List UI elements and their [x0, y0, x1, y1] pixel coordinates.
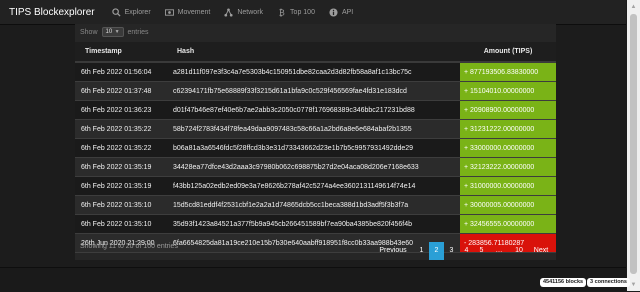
- cell-timestamp[interactable]: 6th Feb 2022 01:35:10: [75, 195, 167, 215]
- pagination-page-4[interactable]: 4: [459, 242, 474, 260]
- cell-hash-link[interactable]: f43bb125a02edb2ed09e3a7e8626b278af42c527…: [167, 176, 460, 196]
- brand-title[interactable]: TIPS Blockexplorer: [9, 7, 95, 18]
- scroll-up-arrow-icon[interactable]: ▲: [627, 0, 640, 13]
- connections-badge: 3 connections: [587, 278, 630, 287]
- table-row: 6th Feb 2022 01:36:23 d01f47b46e87ef40e6b…: [75, 100, 556, 120]
- table-row: 6th Feb 2022 01:35:10 15d5cd81eddf4f2531c…: [75, 195, 556, 215]
- nav-explorer[interactable]: Explorer: [111, 7, 151, 17]
- cell-amount: + 877193506.83830000: [460, 62, 556, 82]
- bitcoin-icon: ₿: [277, 8, 286, 17]
- cell-amount: + 32123222.00000000: [460, 157, 556, 177]
- money-icon: [164, 8, 174, 17]
- transactions-table: Timestamp Hash Amount (TIPS) 6th Feb 202…: [75, 42, 556, 253]
- cell-hash-link[interactable]: 34428ea77dfce43d2aaa3c97980b062c698875b2…: [167, 157, 460, 177]
- pagination-page-1[interactable]: 1: [414, 242, 429, 260]
- entries-label: entries: [127, 28, 149, 36]
- cell-timestamp[interactable]: 6th Feb 2022 01:35:22: [75, 138, 167, 158]
- nav-api[interactable]: API: [329, 7, 354, 17]
- table-row: 6th Feb 2022 01:35:22 b06a81a3a6546fdc5f2…: [75, 138, 556, 158]
- scrollbar-thumb[interactable]: [630, 14, 637, 274]
- table-row: 6th Feb 2022 01:35:19 34428ea77dfce43d2aa…: [75, 157, 556, 177]
- cell-timestamp[interactable]: 6th Feb 2022 01:35:22: [75, 119, 167, 139]
- cell-timestamp[interactable]: 6th Feb 2022 01:36:23: [75, 100, 167, 120]
- cell-amount: + 20908900.00000000: [460, 100, 556, 120]
- pagination-page-2-active[interactable]: 2: [429, 242, 444, 260]
- page-length-control: Show 10 ▼ entries: [80, 27, 149, 37]
- table-row: 6th Feb 2022 01:35:19 f43bb125a02edb2ed09…: [75, 176, 556, 196]
- cell-hash-link[interactable]: 58b724f2783f434f78fea49daa9097483c58c66a…: [167, 119, 460, 139]
- cell-timestamp[interactable]: 6th Feb 2022 01:35:10: [75, 214, 167, 234]
- cell-amount: + 32456555.00000000: [460, 214, 556, 234]
- nav-explorer-label: Explorer: [124, 8, 151, 16]
- cell-amount: + 31000000.00000000: [460, 176, 556, 196]
- cell-amount: + 33000000.00000000: [460, 138, 556, 158]
- page-length-value: 10: [105, 29, 113, 35]
- info-icon: [329, 7, 338, 17]
- nav-movement[interactable]: Movement: [164, 8, 211, 17]
- column-header-timestamp[interactable]: Timestamp: [75, 42, 167, 63]
- cell-amount: + 31231222.00000000: [460, 119, 556, 139]
- table-row: 6th Feb 2022 01:35:22 58b724f2783f434f78f…: [75, 119, 556, 139]
- search-icon: [111, 7, 121, 17]
- table-row: 6th Feb 2022 01:37:48 c62394171fb75e68889…: [75, 81, 556, 101]
- block-count-badge: 4541156 blocks: [540, 278, 587, 287]
- table-row: 6th Feb 2022 01:35:10 35d93f1423a84521a37…: [75, 214, 556, 234]
- table-header-row: Timestamp Hash Amount (TIPS): [75, 42, 556, 63]
- nav-network[interactable]: Network: [224, 7, 264, 17]
- pagination-page-5[interactable]: 5: [474, 242, 489, 260]
- footer: 4541156 blocks 3 connections: [0, 267, 630, 292]
- pagination-previous[interactable]: Previous: [372, 242, 414, 260]
- cell-hash-link[interactable]: b06a81a3a6546fdc5f28ffcd3b3e31d73343662d…: [167, 138, 460, 158]
- pagination-page-3[interactable]: 3: [444, 242, 459, 260]
- column-header-hash[interactable]: Hash: [167, 42, 460, 63]
- pagination-next[interactable]: Next: [529, 242, 553, 260]
- svg-text:₿: ₿: [279, 8, 285, 17]
- nav-api-label: API: [341, 8, 354, 16]
- nav-top100-label: Top 100: [290, 8, 315, 16]
- cell-timestamp[interactable]: 6th Feb 2022 01:35:19: [75, 176, 167, 196]
- cell-hash-link[interactable]: c62394171fb75e68889f33f3215d61a1bfa9c0c5…: [167, 81, 460, 101]
- cell-amount: + 30000005.00000000: [460, 195, 556, 215]
- network-icon: [224, 7, 233, 17]
- nav-movement-label: Movement: [177, 8, 211, 16]
- cell-hash-link[interactable]: a281d11f097e3f3c4a7e5303b4c150951dbe82ca…: [167, 62, 460, 82]
- cell-hash-link[interactable]: d01f47b46e87ef40e6b7ae2abb3c2050c0778f17…: [167, 100, 460, 120]
- page-length-select[interactable]: 10 ▼: [101, 27, 124, 37]
- cell-hash-link[interactable]: 15d5cd81eddf4f2531cbf1e2a2a1d74865dcb5cc…: [167, 195, 460, 215]
- cell-timestamp[interactable]: 6th Feb 2022 01:35:19: [75, 157, 167, 177]
- transactions-table-body: 6th Feb 2022 01:56:04 a281d11f097e3f3c4a7…: [75, 62, 556, 253]
- cell-timestamp[interactable]: 6th Feb 2022 01:37:48: [75, 81, 167, 101]
- nav-network-label: Network: [237, 8, 264, 16]
- pagination: Previous 1 2 3 4 5 … 10 Next: [75, 242, 556, 260]
- show-label: Show: [80, 28, 98, 36]
- cell-hash-link[interactable]: 35d93f1423a84521a377f5b9a945cb266451589b…: [167, 214, 460, 234]
- table-row: 6th Feb 2022 01:56:04 a281d11f097e3f3c4a7…: [75, 62, 556, 82]
- cell-amount: + 15104010.00000000: [460, 81, 556, 101]
- pagination-ellipsis: …: [495, 247, 503, 254]
- chevron-down-icon: ▼: [114, 29, 120, 35]
- pagination-page-10[interactable]: 10: [509, 242, 529, 260]
- top-navbar: TIPS Blockexplorer Explorer Movement Net…: [0, 0, 626, 25]
- cell-timestamp[interactable]: 6th Feb 2022 01:56:04: [75, 62, 167, 82]
- nav-top100[interactable]: ₿ Top 100: [277, 8, 315, 17]
- page-scrollbar[interactable]: ▲ ▼: [627, 0, 640, 291]
- column-header-amount[interactable]: Amount (TIPS): [460, 42, 556, 63]
- transactions-panel: Show 10 ▼ entries Timestamp Hash Amount …: [75, 24, 556, 260]
